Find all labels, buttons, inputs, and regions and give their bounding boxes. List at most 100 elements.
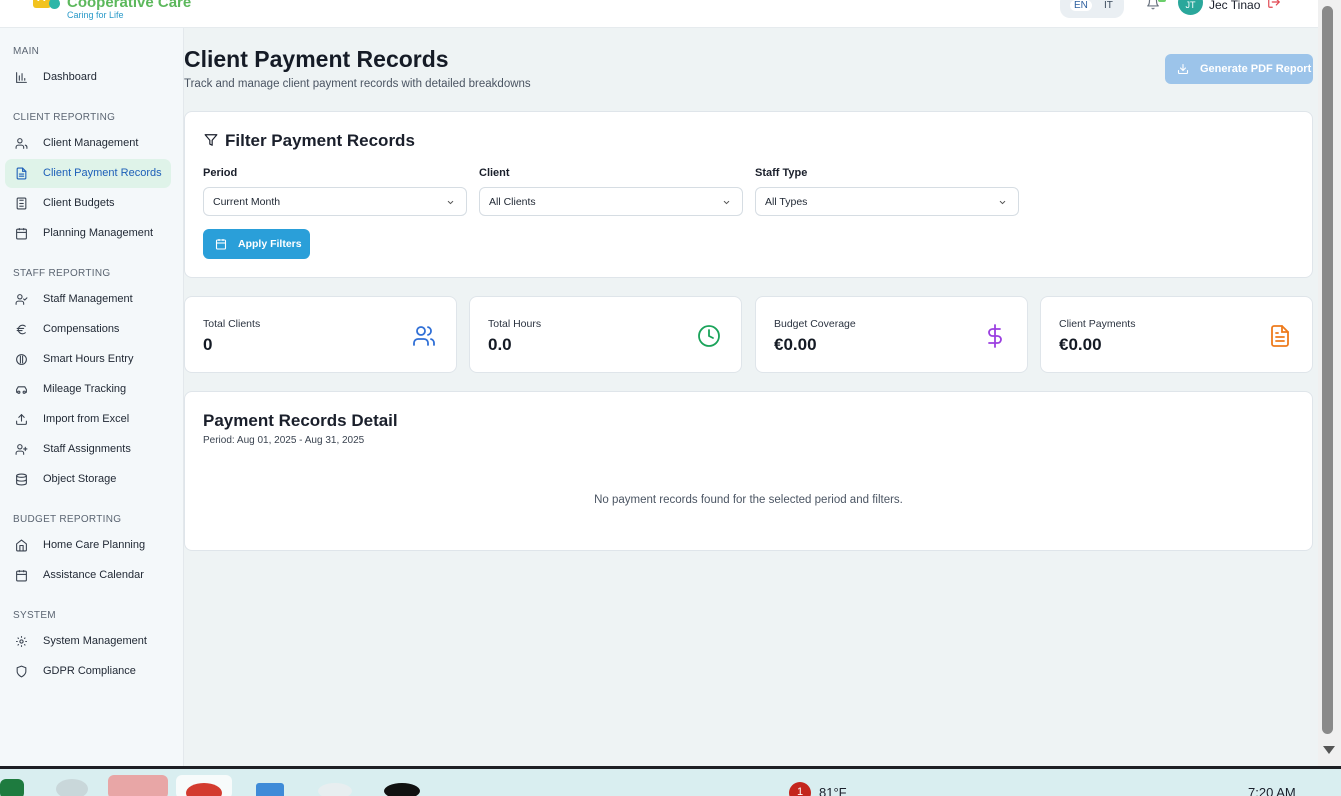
sidebar-item-smart-hours-entry[interactable]: Smart Hours Entry (5, 345, 171, 374)
logout-icon[interactable] (1267, 0, 1281, 9)
period-value: Current Month (213, 196, 281, 208)
period-label: Period (203, 167, 238, 179)
sidebar-item-label: Dashboard (43, 71, 97, 83)
stat-card-total-hours: Total Hours 0.0 (469, 296, 742, 373)
top-header: A Cooperative Care Caring for Life EN IT… (0, 0, 1318, 28)
scrollbar-thumb[interactable] (1322, 6, 1333, 734)
calendar-icon (15, 569, 28, 582)
sidebar-item-client-budgets[interactable]: Client Budgets (5, 189, 171, 218)
home-icon (15, 539, 28, 552)
taskbar-app-active[interactable] (176, 775, 232, 796)
sidebar-item-label: Import from Excel (43, 413, 130, 425)
os-taskbar: 1 81°F 7:20 AM (0, 766, 1341, 796)
document-icon (15, 167, 28, 180)
taskbar-app-icon[interactable] (384, 783, 420, 796)
sidebar-item-compensations[interactable]: Compensations (5, 315, 171, 344)
sidebar-item-label: Compensations (43, 323, 120, 335)
section-client-reporting: CLIENT REPORTING (13, 112, 116, 123)
main-content: Client Payment Records Track and manage … (184, 28, 1318, 766)
sidebar-item-dashboard[interactable]: Dashboard (5, 63, 171, 92)
sidebar-item-home-care-planning[interactable]: Home Care Planning (5, 531, 171, 560)
sidebar-item-system-management[interactable]: System Management (5, 627, 171, 656)
brand-tagline: Caring for Life (67, 10, 124, 20)
excel-app-icon[interactable] (0, 779, 24, 796)
pdf-button-label: Generate PDF Report (1200, 63, 1312, 75)
weather-temperature[interactable]: 81°F (819, 785, 847, 796)
chevron-down-icon (722, 198, 731, 207)
staff-type-value: All Types (765, 196, 808, 208)
sidebar-item-staff-management[interactable]: Staff Management (5, 285, 171, 314)
avatar[interactable]: JT (1178, 0, 1203, 15)
period-select[interactable]: Current Month (203, 187, 467, 216)
sidebar-item-label: Assistance Calendar (43, 569, 144, 581)
stat-value: €0.00 (1059, 335, 1102, 354)
calendar-app-icon[interactable] (108, 775, 168, 796)
taskbar-clock[interactable]: 7:20 AM (1248, 785, 1296, 796)
sidebar-item-label: Mileage Tracking (43, 383, 127, 395)
language-toggle: EN IT (1060, 0, 1124, 18)
stat-value: 0 (203, 335, 213, 354)
staff-type-label: Staff Type (755, 167, 808, 179)
stat-card-total-clients: Total Clients 0 (184, 296, 457, 373)
apply-filters-label: Apply Filters (238, 238, 302, 250)
client-label: Client (479, 167, 510, 179)
stat-label: Total Clients (203, 318, 261, 330)
sidebar-item-import-from-excel[interactable]: Import from Excel (5, 405, 171, 434)
sidebar-item-client-management[interactable]: Client Management (5, 129, 171, 158)
client-select[interactable]: All Clients (479, 187, 743, 216)
sidebar: MAIN Dashboard CLIENT REPORTING Client M… (0, 28, 184, 766)
section-main: MAIN (13, 46, 40, 57)
database-icon (15, 473, 28, 486)
sidebar-item-client-payment-records[interactable]: Client Payment Records (5, 159, 171, 188)
opera-icon (186, 783, 222, 796)
sidebar-item-label: Staff Assignments (43, 443, 131, 455)
sidebar-item-staff-assignments[interactable]: Staff Assignments (5, 435, 171, 464)
gear-icon (15, 635, 28, 648)
section-system: SYSTEM (13, 610, 56, 621)
chevron-down-icon (446, 198, 455, 207)
euro-icon (15, 323, 28, 336)
user-check-icon (15, 293, 28, 306)
sidebar-item-label: Home Care Planning (43, 539, 146, 551)
page-scrollbar[interactable] (1318, 0, 1341, 766)
page-title: Client Payment Records (184, 46, 449, 72)
detail-period: Period: Aug 01, 2025 - Aug 31, 2025 (203, 435, 365, 446)
timer-icon (15, 353, 28, 366)
filter-card: Filter Payment Records Period Current Mo… (184, 111, 1313, 278)
sidebar-item-assistance-calendar[interactable]: Assistance Calendar (5, 561, 171, 590)
apply-filters-button[interactable]: Apply Filters (203, 229, 310, 259)
empty-state-message: No payment records found for the selecte… (594, 494, 903, 506)
stat-label: Budget Coverage (774, 318, 856, 330)
scroll-down-arrow-icon[interactable] (1323, 746, 1335, 754)
sidebar-item-label: Object Storage (43, 473, 117, 485)
staff-type-select[interactable]: All Types (755, 187, 1019, 216)
generate-pdf-report-button[interactable]: Generate PDF Report (1165, 54, 1313, 84)
sidebar-item-mileage-tracking[interactable]: Mileage Tracking (5, 375, 171, 404)
app-logo[interactable]: A (30, 0, 60, 20)
clock-icon (697, 324, 721, 348)
filter-title: Filter Payment Records (225, 131, 415, 150)
calendar-icon[interactable] (256, 783, 284, 796)
sidebar-item-object-storage[interactable]: Object Storage (5, 465, 171, 494)
weather-notification-badge[interactable]: 1 (789, 782, 811, 796)
stat-value: €0.00 (774, 335, 817, 354)
sidebar-item-label: System Management (43, 635, 147, 647)
sidebar-item-gdpr-compliance[interactable]: GDPR Compliance (5, 657, 171, 686)
stat-card-budget-coverage: Budget Coverage €0.00 (755, 296, 1028, 373)
calculator-icon (15, 197, 28, 210)
lang-en-button[interactable]: EN (1070, 0, 1092, 11)
download-icon (1177, 63, 1189, 75)
taskbar-app-icon[interactable] (318, 783, 352, 796)
taskbar-app-icon[interactable] (56, 779, 88, 796)
stat-value: 0.0 (488, 335, 512, 354)
chart-icon (15, 71, 28, 84)
filter-icon (204, 133, 218, 147)
user-name[interactable]: Jec Tinao (1209, 0, 1260, 12)
car-icon (15, 383, 28, 396)
page-subtitle: Track and manage client payment records … (184, 78, 531, 90)
sidebar-item-planning-management[interactable]: Planning Management (5, 219, 171, 248)
sidebar-item-label: Client Management (43, 137, 139, 149)
lang-it-button[interactable]: IT (1104, 0, 1113, 11)
dollar-icon (983, 324, 1007, 348)
calendar-icon (215, 238, 227, 250)
